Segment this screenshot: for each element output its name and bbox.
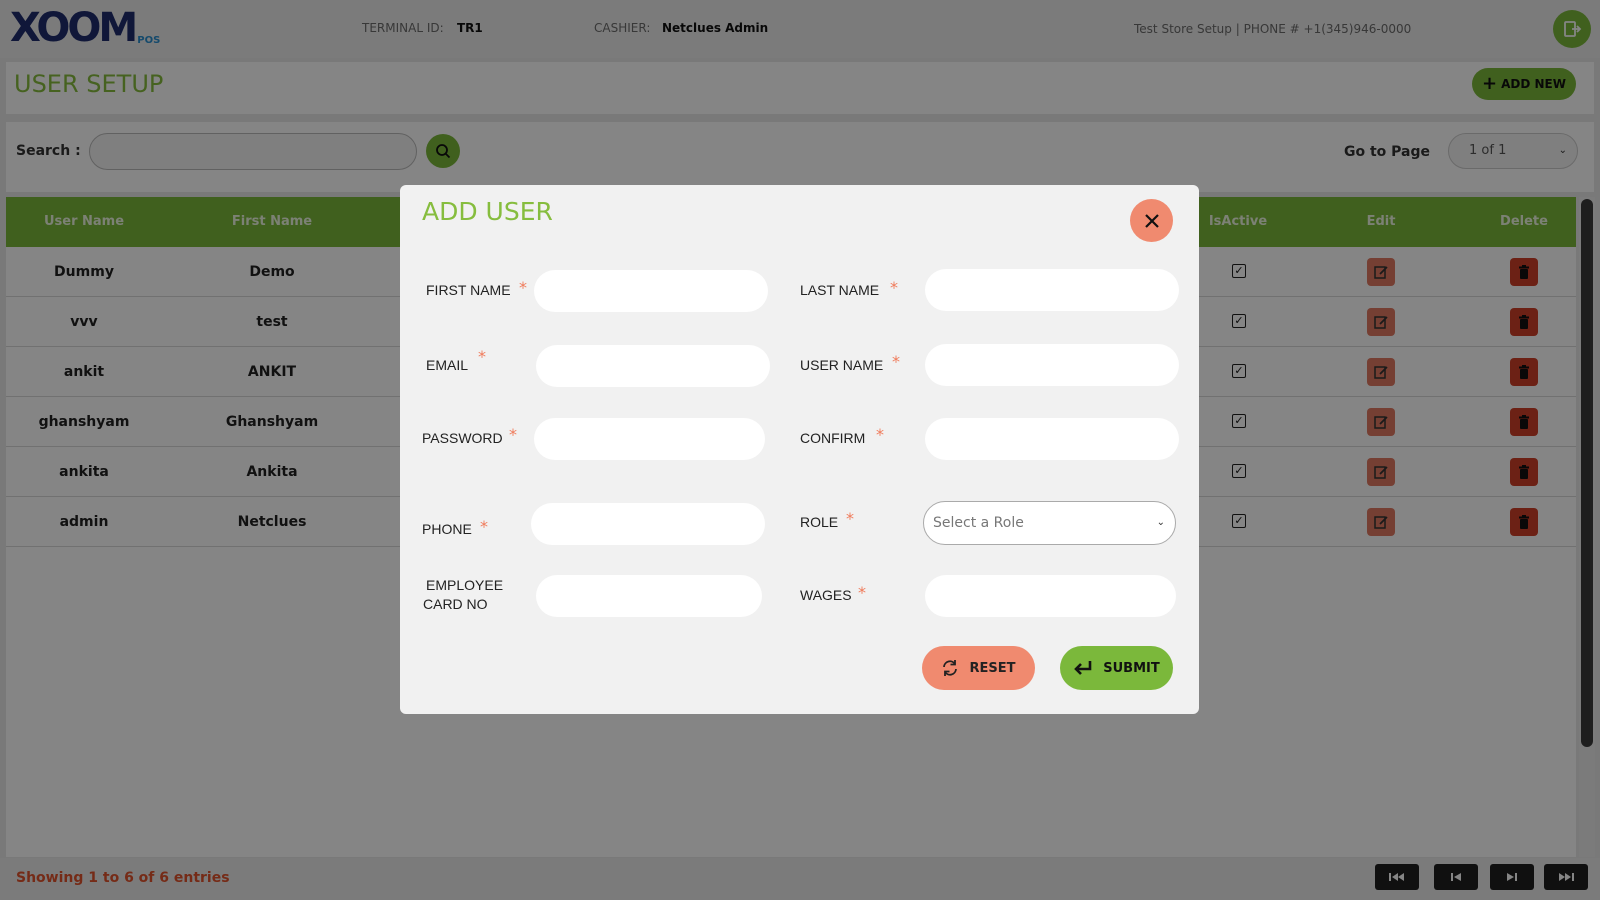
email-input[interactable] <box>536 345 770 387</box>
required-mark: * <box>519 278 527 297</box>
role-select[interactable]: Select a Role ⌄ <box>923 501 1176 545</box>
modal-title: ADD USER <box>422 197 553 226</box>
required-mark: * <box>876 425 884 444</box>
required-mark: * <box>846 509 854 528</box>
refresh-icon <box>943 660 958 676</box>
role-label: ROLE <box>800 514 839 530</box>
reset-button[interactable]: RESET <box>922 646 1035 690</box>
required-mark: * <box>480 517 488 536</box>
role-select-placeholder: Select a Role <box>933 515 1024 531</box>
phone-label: PHONE <box>422 521 472 537</box>
required-mark: * <box>858 583 866 602</box>
first-name-label: FIRST NAME <box>426 282 511 298</box>
enter-arrow-icon <box>1074 661 1092 675</box>
user-name-label: USER NAME <box>800 357 884 373</box>
password-label: PASSWORD <box>422 430 503 446</box>
submit-label: SUBMIT <box>1103 660 1160 676</box>
last-name-label: LAST NAME <box>800 282 880 298</box>
phone-input[interactable] <box>531 503 765 545</box>
required-mark: * <box>478 347 486 366</box>
first-name-input[interactable] <box>534 270 768 312</box>
wages-input[interactable] <box>925 575 1176 617</box>
employee-card-label-line2: CARD NO <box>423 596 488 612</box>
confirm-password-input[interactable] <box>925 418 1179 460</box>
confirm-label: CONFIRM <box>800 430 866 446</box>
last-name-input[interactable] <box>925 269 1179 311</box>
close-button[interactable] <box>1130 199 1173 242</box>
submit-button[interactable]: SUBMIT <box>1060 646 1173 690</box>
required-mark: * <box>509 425 517 444</box>
required-mark: * <box>890 278 898 297</box>
employee-card-label-line1: EMPLOYEE <box>426 577 504 593</box>
reset-label: RESET <box>969 660 1016 676</box>
required-mark: * <box>892 352 900 371</box>
password-input[interactable] <box>534 418 765 460</box>
wages-label: WAGES <box>800 587 852 603</box>
user-name-input[interactable] <box>925 344 1179 386</box>
chevron-down-icon: ⌄ <box>1156 517 1165 528</box>
close-icon <box>1144 213 1159 228</box>
email-label: EMAIL <box>426 357 469 373</box>
add-user-dialog: ADD USER FIRST NAME * LAST NAME * EMAIL … <box>400 185 1199 714</box>
employee-card-input[interactable] <box>536 575 762 617</box>
